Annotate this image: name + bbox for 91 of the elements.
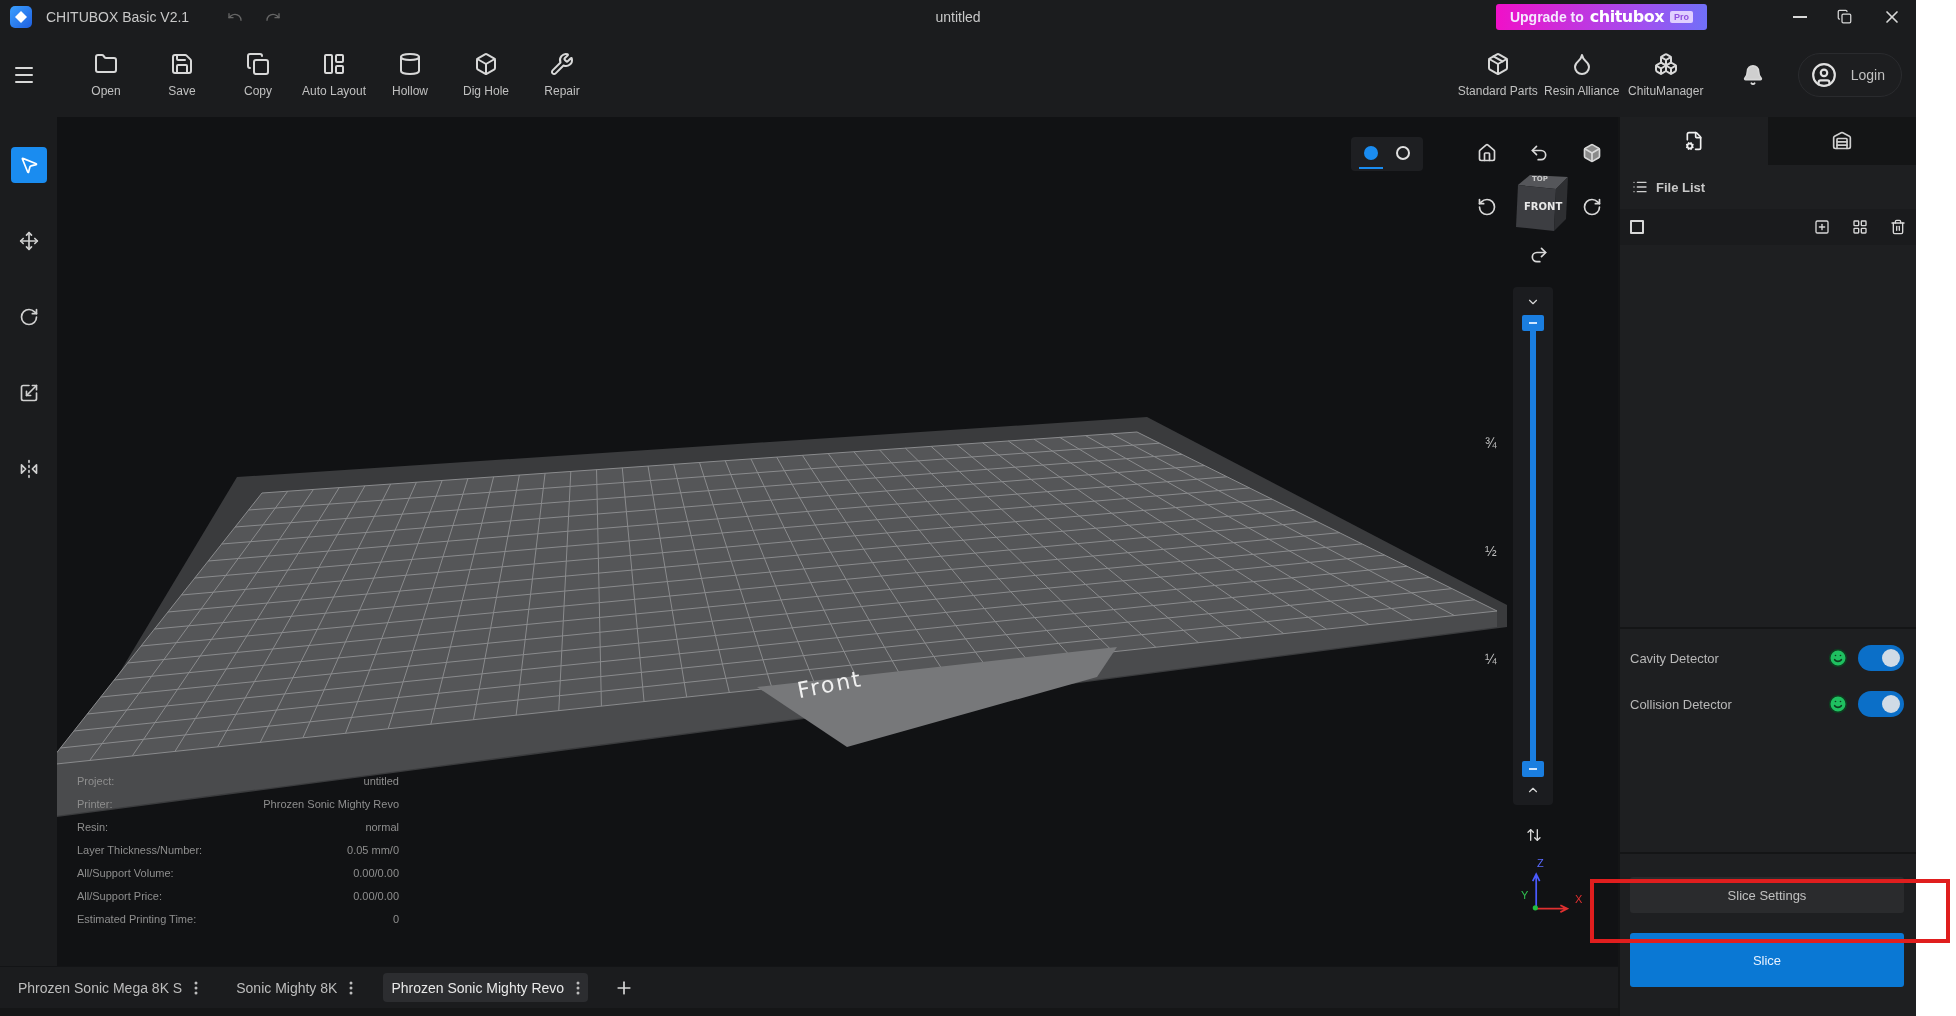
printer-tab[interactable]: Phrozen Sonic Mighty Revo bbox=[383, 973, 589, 1002]
curved-arrow-icon bbox=[1529, 143, 1549, 163]
smiley-icon bbox=[1828, 648, 1848, 668]
toolbar-button[interactable]: Open bbox=[68, 40, 144, 110]
cylinder-icon bbox=[398, 52, 422, 76]
mirror-icon bbox=[18, 459, 39, 479]
toolbar-button[interactable]: Repair bbox=[524, 40, 600, 110]
slider-handle[interactable] bbox=[1522, 315, 1544, 331]
user-icon bbox=[1810, 62, 1837, 88]
detector-label: Cavity Detector bbox=[1630, 650, 1720, 666]
info-label: Estimated Printing Time: bbox=[77, 913, 198, 925]
toolbar-button[interactable]: Dig Hole bbox=[448, 40, 524, 110]
printer-tab[interactable]: Phrozen Sonic Mega 8K S bbox=[10, 973, 207, 1002]
panel-title: File List bbox=[1656, 179, 1706, 195]
slider-mark-label: ¾ bbox=[1485, 435, 1497, 451]
more-icon bbox=[576, 980, 581, 995]
move-icon bbox=[18, 231, 39, 251]
more-icon bbox=[194, 980, 199, 995]
info-label: Project: bbox=[77, 775, 116, 787]
axis-label: Y bbox=[1521, 889, 1529, 901]
app-title: CHITUBOX Basic V2.1 bbox=[46, 8, 190, 25]
smiley-icon bbox=[1828, 694, 1848, 714]
rotate-left-icon bbox=[1477, 197, 1497, 217]
trash-icon bbox=[1890, 219, 1906, 235]
info-label: All/Support Price: bbox=[77, 890, 163, 902]
square-plus-icon bbox=[1814, 219, 1830, 235]
info-value: 0 bbox=[391, 913, 399, 925]
window-title: untitled bbox=[935, 8, 981, 25]
info-value: 0.00/0.00 bbox=[352, 890, 399, 902]
grid-icon bbox=[1852, 219, 1868, 235]
axis-label: X bbox=[1575, 893, 1583, 905]
folder-icon bbox=[94, 52, 118, 76]
axis-label: Z bbox=[1537, 857, 1544, 869]
info-value: Phrozen Sonic Mighty Revo bbox=[263, 798, 399, 810]
info-value: untitled bbox=[362, 775, 399, 787]
layout-icon bbox=[322, 52, 346, 76]
sphere-icon bbox=[1363, 145, 1379, 161]
up-down-arrows-icon bbox=[1526, 827, 1542, 843]
copy-icon bbox=[246, 52, 270, 76]
slice-button[interactable]: Slice bbox=[1630, 933, 1904, 987]
ring-icon bbox=[1395, 145, 1411, 161]
toolbar-button[interactable]: Resin Alliance bbox=[1539, 40, 1624, 110]
info-label: Printer: bbox=[77, 798, 114, 810]
cube-front-label: FRONT bbox=[1524, 201, 1563, 212]
cube-icon bbox=[1582, 143, 1602, 163]
rotate-icon bbox=[18, 307, 39, 327]
warehouse-icon bbox=[1832, 131, 1852, 151]
detector-label: Collision Detector bbox=[1630, 696, 1733, 712]
panel-tab[interactable] bbox=[1768, 117, 1916, 165]
info-value: 0.00/0.00 bbox=[352, 867, 399, 879]
slider-mark-label: ¼ bbox=[1485, 651, 1497, 667]
cube-icon bbox=[474, 52, 498, 76]
slider-mark-label: ½ bbox=[1485, 543, 1497, 559]
restore-icon bbox=[1837, 9, 1852, 24]
brand-logo: chitubox bbox=[1589, 7, 1664, 26]
minimize-icon bbox=[1793, 15, 1807, 18]
toolbar-button[interactable]: Hollow bbox=[372, 40, 448, 110]
info-label: Resin: bbox=[77, 821, 110, 833]
info-label: All/Support Volume: bbox=[77, 867, 175, 879]
app-logo-icon bbox=[10, 5, 32, 28]
info-value: normal bbox=[364, 821, 399, 833]
house-icon bbox=[1477, 143, 1497, 163]
pro-badge: Pro bbox=[1670, 10, 1693, 23]
scale-icon bbox=[18, 383, 39, 403]
boxes-icon bbox=[1653, 52, 1678, 76]
toolbar-button[interactable]: ChituManager bbox=[1623, 40, 1708, 110]
wrench-icon bbox=[550, 52, 574, 76]
plate-front-label: Front bbox=[795, 665, 865, 704]
file-gear-icon bbox=[1684, 131, 1704, 151]
bell-icon bbox=[1741, 64, 1764, 86]
toolbar-button[interactable]: Save bbox=[144, 40, 220, 110]
layer-slider[interactable] bbox=[1522, 315, 1544, 777]
slider-handle[interactable] bbox=[1522, 761, 1544, 777]
toolbar-button[interactable]: Standard Parts bbox=[1455, 40, 1540, 110]
upgrade-button[interactable]: Upgrade to chitubox Pro bbox=[1495, 3, 1707, 30]
pointer-icon bbox=[18, 155, 39, 175]
curved-arrow-icon bbox=[1529, 245, 1549, 265]
detector-switch[interactable] bbox=[1858, 691, 1904, 717]
info-value: 0.05 mm/0 bbox=[346, 844, 399, 856]
detector-switch[interactable] bbox=[1858, 645, 1904, 671]
rotate-right-icon bbox=[1582, 197, 1602, 217]
package-icon bbox=[1485, 52, 1510, 76]
toolbar-button[interactable]: Auto Layout bbox=[296, 40, 372, 110]
toolbar-button[interactable]: Copy bbox=[220, 40, 296, 110]
info-label: Layer Thickness/Number: bbox=[77, 844, 204, 856]
login-button[interactable]: Login bbox=[1797, 53, 1902, 97]
printer-tab[interactable]: Sonic Mighty 8K bbox=[228, 973, 362, 1002]
pointer-tool-button[interactable] bbox=[10, 147, 47, 183]
select-all-checkbox[interactable] bbox=[1630, 220, 1644, 234]
more-icon bbox=[349, 980, 354, 995]
list-icon bbox=[1632, 179, 1648, 195]
